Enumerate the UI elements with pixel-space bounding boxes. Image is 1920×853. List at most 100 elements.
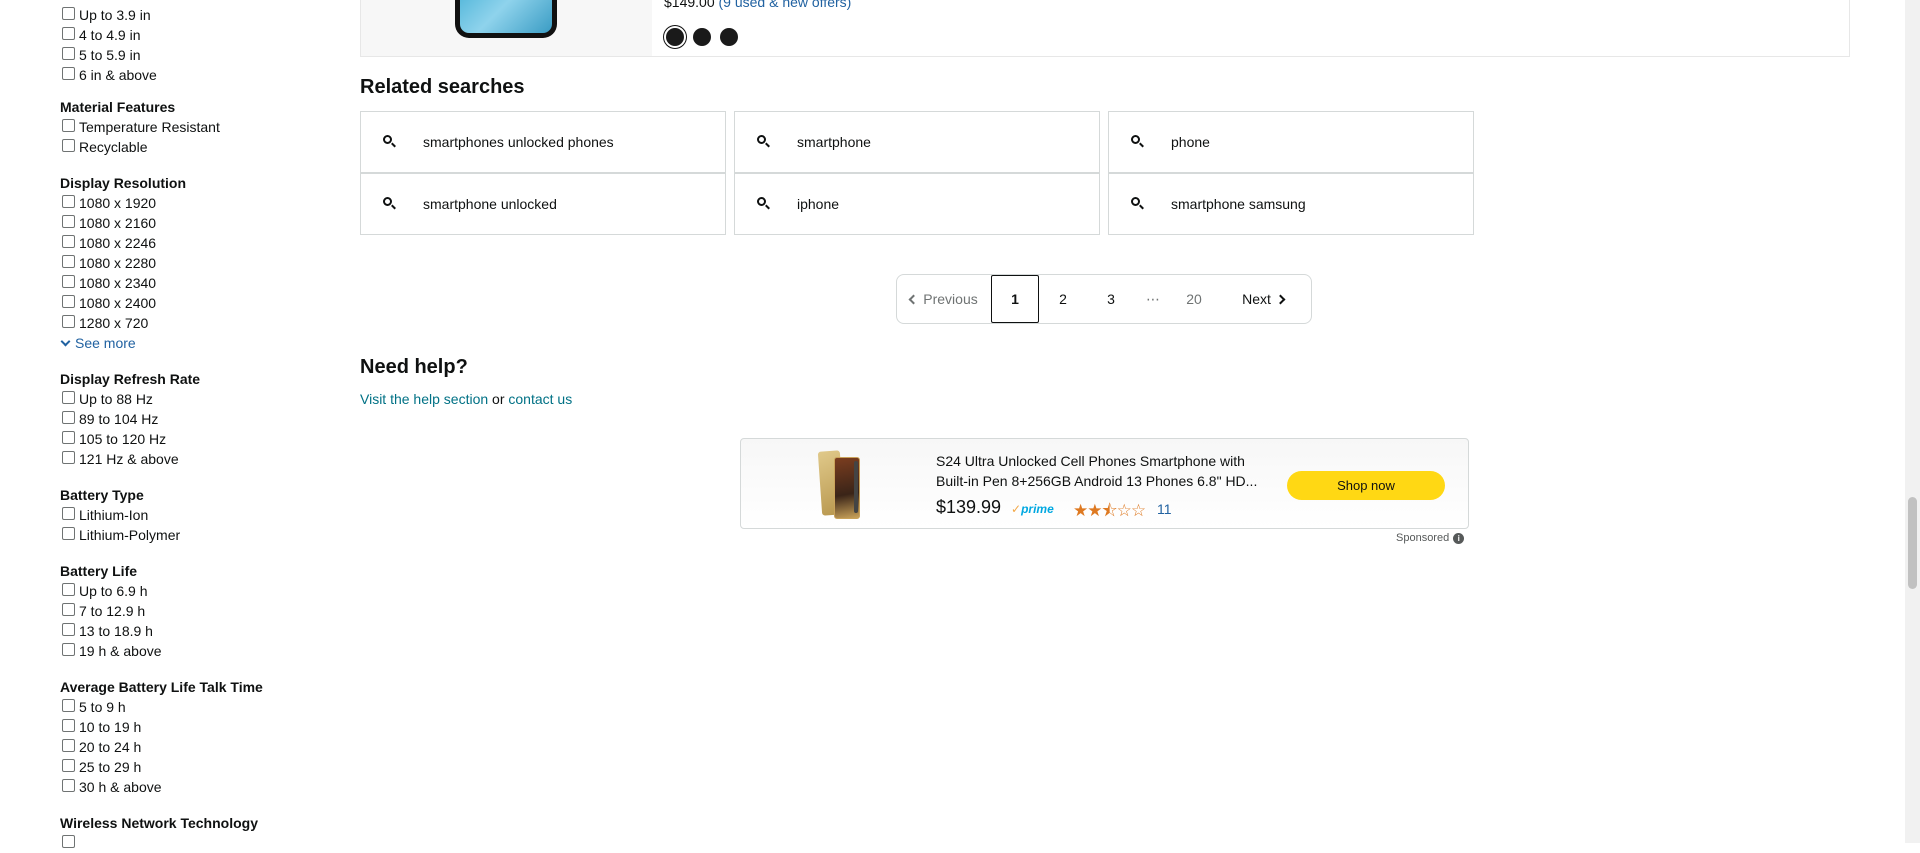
- checkbox[interactable]: [62, 254, 75, 268]
- filter-option[interactable]: 5 to 9 h: [60, 697, 263, 717]
- checkbox[interactable]: [62, 294, 75, 308]
- checkbox[interactable]: [62, 234, 75, 248]
- checkbox[interactable]: [62, 214, 75, 228]
- help-or-text: or: [488, 391, 509, 407]
- checkbox[interactable]: [62, 506, 75, 520]
- related-searches-grid: smartphones unlocked phones smartphone p…: [360, 111, 1474, 235]
- related-search-item[interactable]: smartphone unlocked: [360, 173, 726, 235]
- filter-option[interactable]: Up to 88 Hz: [60, 389, 200, 409]
- checkbox[interactable]: [62, 834, 75, 848]
- color-swatch[interactable]: [720, 28, 738, 46]
- filter-option[interactable]: 1080 x 2400: [60, 293, 186, 313]
- filter-option[interactable]: Temperature Resistant: [60, 117, 220, 137]
- shop-now-button[interactable]: Shop now: [1287, 471, 1445, 500]
- sponsored-label[interactable]: Sponsored i: [1396, 532, 1465, 544]
- checkbox[interactable]: [62, 138, 75, 152]
- filter-option[interactable]: 20 to 24 h: [60, 737, 263, 757]
- chevron-left-icon: [908, 294, 919, 304]
- filter-option[interactable]: Up to 3.9 in: [60, 5, 157, 25]
- filter-option[interactable]: 13 to 18.9 h: [60, 621, 162, 641]
- filter-option[interactable]: 6 in & above: [60, 65, 157, 85]
- pagination: Previous 1 2 3 ⋯ 20 Next: [896, 274, 1312, 324]
- ad-title[interactable]: S24 Ultra Unlocked Cell Phones Smartphon…: [936, 451, 1276, 491]
- checkbox[interactable]: [62, 526, 75, 540]
- sponsored-ad[interactable]: S24 Ultra Unlocked Cell Phones Smartphon…: [740, 438, 1469, 529]
- help-section-link[interactable]: Visit the help section: [360, 391, 488, 407]
- filter-option[interactable]: Lithium-Ion: [60, 505, 180, 525]
- filter-option[interactable]: 30 h & above: [60, 777, 263, 797]
- page-button[interactable]: 3: [1087, 275, 1135, 323]
- review-count[interactable]: 11: [1157, 501, 1172, 517]
- ad-product-image[interactable]: [816, 449, 866, 519]
- checkbox[interactable]: [62, 390, 75, 404]
- search-icon: [383, 197, 397, 211]
- checkbox[interactable]: [62, 718, 75, 732]
- filter-option[interactable]: Recyclable: [60, 137, 220, 157]
- filter-option[interactable]: 121 Hz & above: [60, 449, 200, 469]
- related-search-item[interactable]: phone: [1108, 111, 1474, 173]
- checkbox[interactable]: [62, 118, 75, 132]
- related-search-item[interactable]: iphone: [734, 173, 1100, 235]
- filter-option[interactable]: [60, 833, 258, 853]
- filter-option[interactable]: 5 to 5.9 in: [60, 45, 157, 65]
- need-help-title: Need help?: [360, 356, 468, 378]
- checkbox[interactable]: [62, 194, 75, 208]
- checkbox[interactable]: [62, 66, 75, 80]
- related-searches-title: Related searches: [360, 76, 525, 98]
- checkbox[interactable]: [62, 314, 75, 328]
- filter-option[interactable]: 25 to 29 h: [60, 757, 263, 777]
- filter-option[interactable]: 105 to 120 Hz: [60, 429, 200, 449]
- search-icon: [1131, 135, 1145, 149]
- color-swatch[interactable]: [693, 28, 711, 46]
- checkbox[interactable]: [62, 642, 75, 656]
- scrollbar[interactable]: [1905, 0, 1920, 843]
- page-button[interactable]: 2: [1039, 275, 1087, 323]
- checkbox[interactable]: [62, 698, 75, 712]
- scrollbar-thumb[interactable]: [1908, 497, 1917, 589]
- checkbox[interactable]: [62, 758, 75, 772]
- checkbox[interactable]: [62, 738, 75, 752]
- color-swatch[interactable]: [666, 28, 684, 46]
- page-button-current: 1: [991, 275, 1039, 323]
- related-search-item[interactable]: smartphone samsung: [1108, 173, 1474, 235]
- filter-option[interactable]: Lithium-Polymer: [60, 525, 180, 545]
- next-page-button[interactable]: Next: [1217, 275, 1309, 323]
- filter-option[interactable]: 19 h & above: [60, 641, 162, 661]
- checkbox[interactable]: [62, 430, 75, 444]
- related-search-item[interactable]: smartphone: [734, 111, 1100, 173]
- filter-option[interactable]: 1080 x 2280: [60, 253, 186, 273]
- search-icon: [1131, 197, 1145, 211]
- product-image-box[interactable]: [361, 0, 652, 56]
- product-image[interactable]: [455, 0, 557, 38]
- filter-option[interactable]: 1080 x 2340: [60, 273, 186, 293]
- checkbox[interactable]: [62, 410, 75, 424]
- checkbox[interactable]: [62, 6, 75, 20]
- product-price-line: $149.00 (9 used & new offers): [664, 0, 851, 10]
- checkbox[interactable]: [62, 622, 75, 636]
- info-icon: i: [1453, 532, 1465, 544]
- filter-group-title: Display Refresh Rate: [60, 371, 201, 387]
- checkbox[interactable]: [62, 46, 75, 60]
- related-search-item[interactable]: smartphones unlocked phones: [360, 111, 726, 173]
- filter-option[interactable]: 1080 x 2160: [60, 213, 186, 233]
- checkbox[interactable]: [62, 26, 75, 40]
- search-icon: [757, 197, 771, 211]
- checkbox[interactable]: [62, 450, 75, 464]
- checkbox[interactable]: [62, 778, 75, 792]
- contact-us-link[interactable]: contact us: [508, 391, 572, 407]
- checkbox[interactable]: [62, 602, 75, 616]
- offers-link[interactable]: (9 used & new offers): [719, 0, 852, 10]
- see-more-link[interactable]: See more: [60, 333, 186, 353]
- filter-option[interactable]: 7 to 12.9 h: [60, 601, 162, 621]
- filter-option[interactable]: 4 to 4.9 in: [60, 25, 157, 45]
- filter-option[interactable]: 89 to 104 Hz: [60, 409, 200, 429]
- filter-option[interactable]: 1280 x 720: [60, 313, 186, 333]
- star-rating[interactable]: ★★⯪☆☆: [1073, 498, 1146, 527]
- filter-option[interactable]: 1080 x 2246: [60, 233, 186, 253]
- filter-option[interactable]: 10 to 19 h: [60, 717, 263, 737]
- ad-price: $139.99: [936, 497, 1002, 517]
- filter-option[interactable]: Up to 6.9 h: [60, 581, 162, 601]
- checkbox[interactable]: [62, 274, 75, 288]
- filter-option[interactable]: 1080 x 1920: [60, 193, 186, 213]
- checkbox[interactable]: [62, 582, 75, 596]
